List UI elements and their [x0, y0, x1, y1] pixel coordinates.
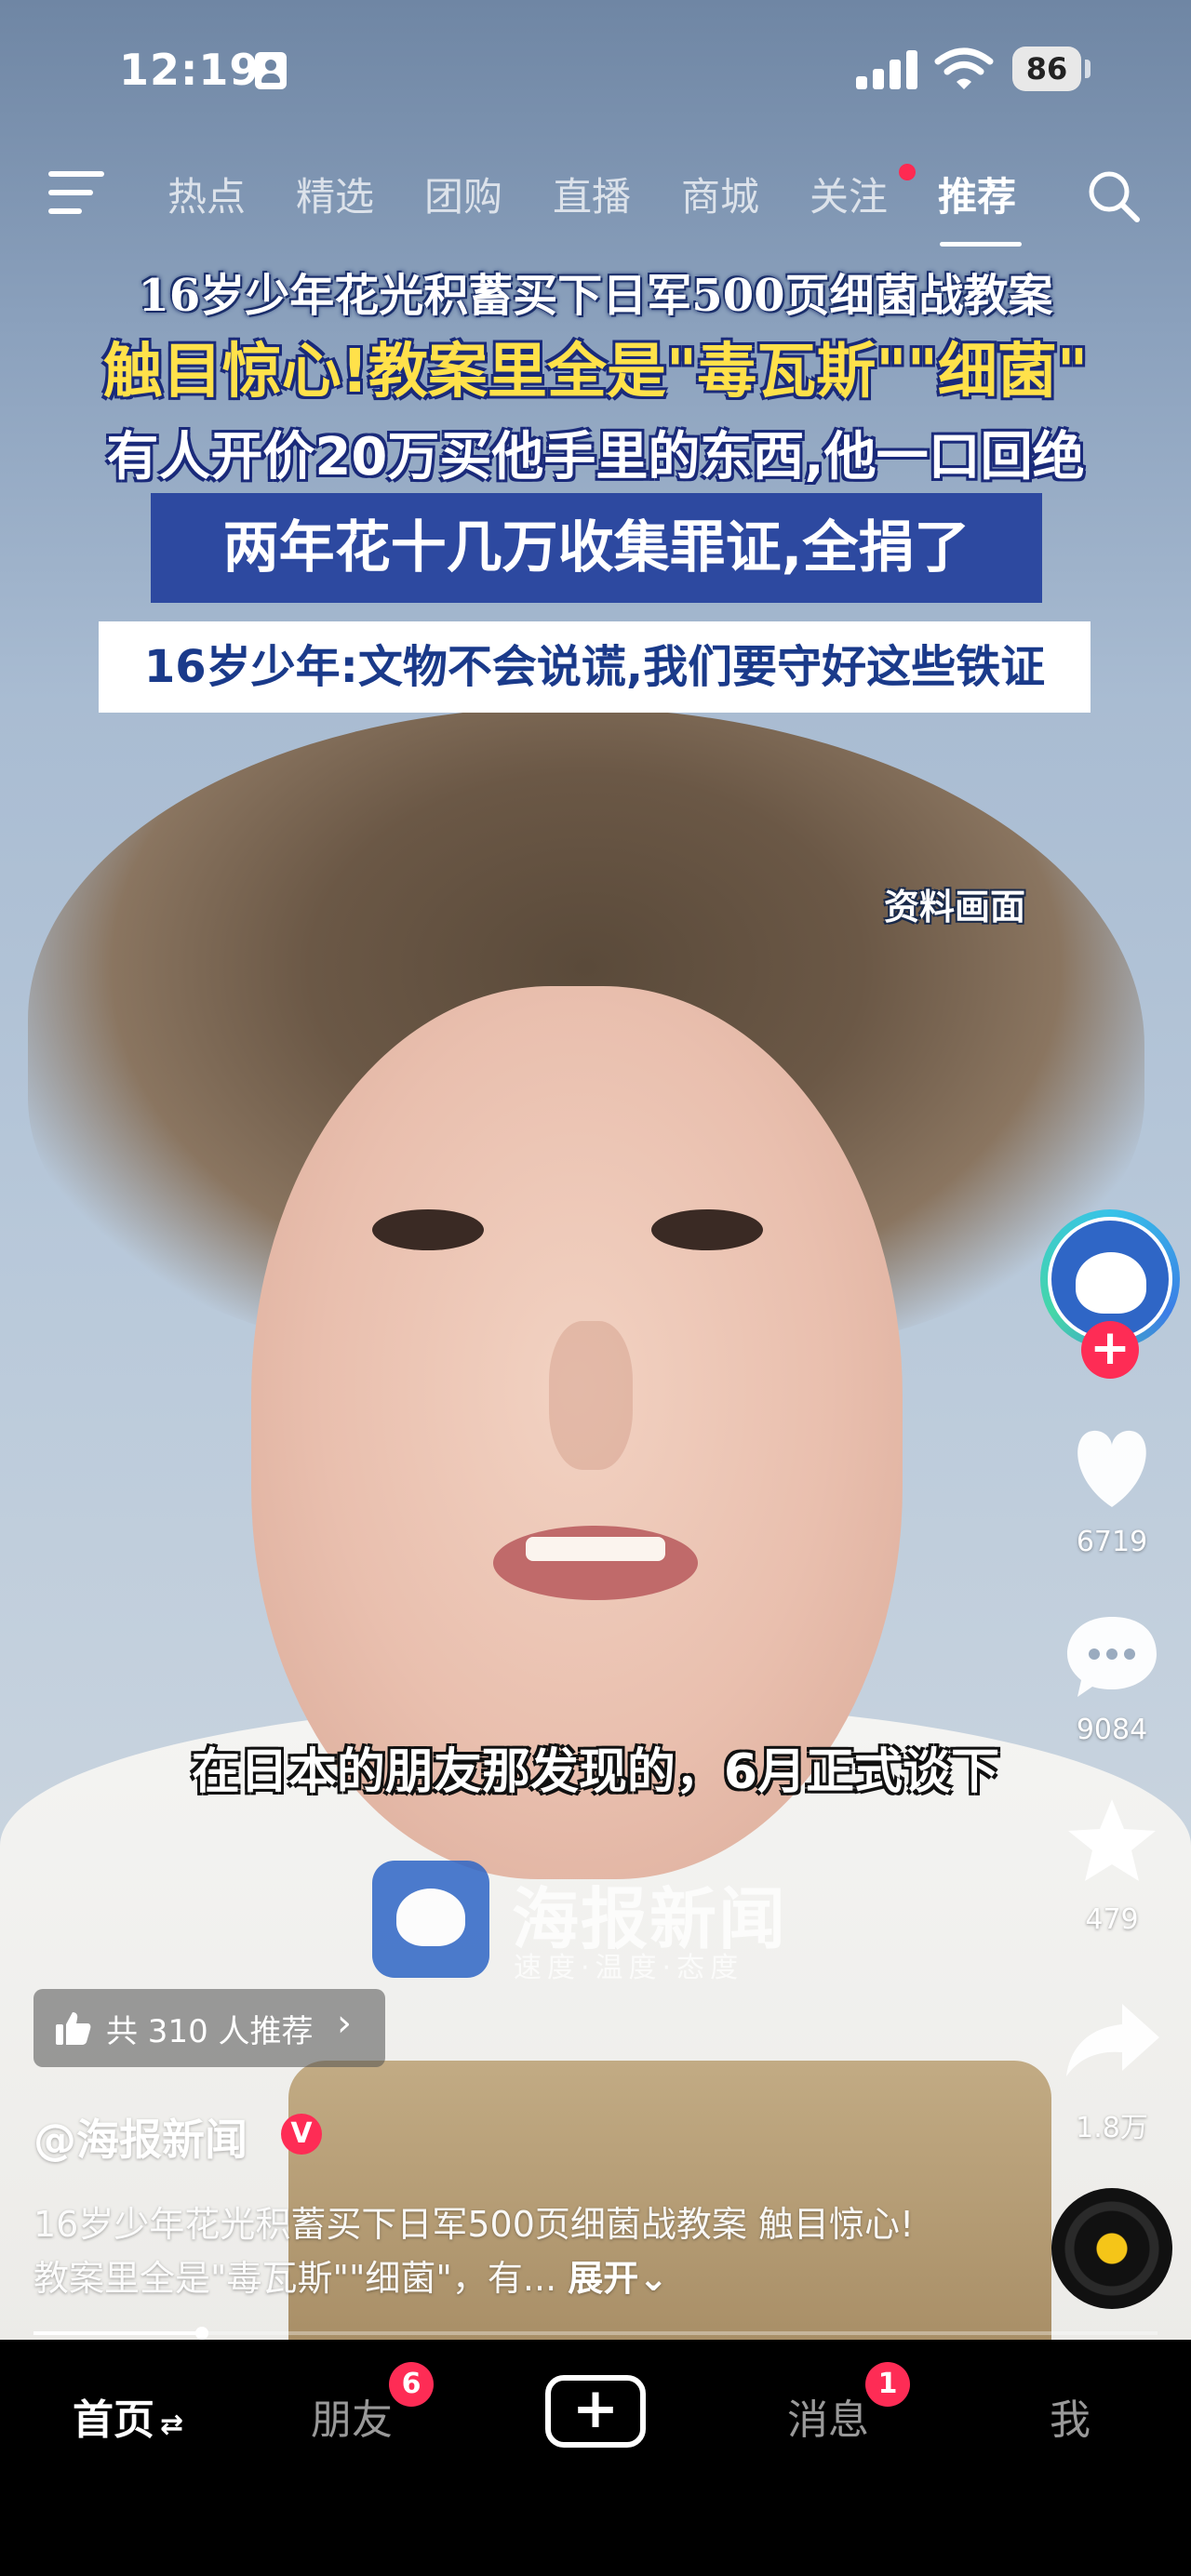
nav-messages[interactable]: 消息: [787, 2386, 869, 2446]
recommend-pill[interactable]: 共 310 人推荐 ›: [33, 1989, 385, 2067]
share-icon[interactable]: [1033, 1998, 1191, 2082]
signal-icon: [856, 48, 921, 89]
author-name[interactable]: @海报新闻: [33, 2106, 248, 2168]
tab-group-buy[interactable]: 团购: [424, 166, 553, 222]
like-count: 6719: [1076, 1526, 1148, 1558]
nav-home[interactable]: 首页 ⇄: [73, 2386, 183, 2446]
thumbs-up-icon: [56, 2012, 91, 2045]
status-bar: 12:19 86: [0, 0, 1191, 140]
status-time: 12:19: [119, 45, 261, 95]
nav-me[interactable]: 我: [1050, 2386, 1091, 2446]
video-scene-eye: [372, 1209, 484, 1250]
video-scene-teeth: [526, 1537, 665, 1561]
star-icon[interactable]: [1033, 1794, 1191, 1887]
tab-following-label: 关注: [810, 174, 889, 220]
caption-line-3: 有人开价20万买他手里的东西,他一口回绝: [106, 427, 1085, 487]
favorite-count: 479: [1085, 1903, 1139, 1936]
caption-line-4: 两年花十几万收集罪证,全捐了: [151, 493, 1042, 603]
heart-icon[interactable]: [1033, 1421, 1191, 1515]
share-count: 1.8万: [1076, 2112, 1148, 2144]
nav-friends[interactable]: 朋友: [311, 2386, 393, 2446]
tab-featured[interactable]: 精选: [296, 166, 424, 222]
create-button[interactable]: +: [545, 2375, 646, 2448]
watermark-logo-icon: [372, 1861, 489, 1978]
caption-line-1: 16岁少年花光积蓄买下日军500页细菌战教案: [138, 270, 1053, 322]
comment-icon[interactable]: [1033, 1609, 1191, 1702]
messages-badge: 1: [865, 2362, 910, 2407]
follow-button[interactable]: +: [1081, 1321, 1139, 1379]
progress-fill: [33, 2331, 203, 2335]
switch-icon: ⇄: [160, 2409, 184, 2441]
comment-count: 9084: [1076, 1714, 1148, 1746]
archive-footage-label: 资料画面: [884, 887, 1026, 928]
watermark-slogan: 速度·温度·态度: [514, 1952, 744, 1984]
verified-badge-icon: V: [281, 2114, 322, 2155]
top-nav: 热点 精选 团购 直播 商城 关注 推荐: [0, 149, 1191, 251]
feed-tabs: 热点 精选 团购 直播 商城 关注 推荐: [167, 164, 1066, 247]
expand-button[interactable]: 展开⌄: [568, 2258, 668, 2299]
notification-dot: [899, 164, 916, 180]
video-progress-bar[interactable]: [33, 2327, 1158, 2340]
video-description[interactable]: 16岁少年花光积蓄买下日军500页细菌战教案 触目惊心!教案里全是"毒瓦斯""细…: [33, 2197, 927, 2305]
music-disc-icon[interactable]: [1051, 2188, 1172, 2309]
caption-line-5: 16岁少年:文物不会说谎,我们要守好这些铁证: [99, 621, 1091, 713]
action-rail: + 6719 9084 479 1.8万: [1033, 0, 1191, 2340]
channel-watermark: 海报新闻 速度·温度·态度: [372, 1861, 856, 1984]
video-subtitle: 在日本的朋友那发现的，6月正式谈下: [191, 1744, 1000, 1800]
bottom-nav: 首页 ⇄ 朋友 6 + 消息 1 我: [0, 2340, 1191, 2576]
friends-badge: 6: [389, 2362, 434, 2407]
video-scene-eye: [651, 1209, 763, 1250]
recommend-text: 共 310 人推荐: [106, 2013, 314, 2050]
tab-live[interactable]: 直播: [553, 166, 681, 222]
video-scene-nose: [549, 1321, 633, 1470]
caption-line-2: 触目惊心!教案里全是"毒瓦斯""细菌": [102, 338, 1089, 407]
wifi-icon: [934, 47, 994, 89]
menu-icon[interactable]: [48, 169, 106, 216]
id-card-icon: [255, 52, 287, 89]
nav-home-label: 首页: [73, 2396, 154, 2444]
tab-mall[interactable]: 商城: [681, 166, 810, 222]
tab-following[interactable]: 关注: [810, 164, 938, 222]
tab-hot[interactable]: 热点: [167, 166, 296, 222]
chevron-right-icon: ›: [337, 2002, 352, 2045]
description-text: 16岁少年花光积蓄买下日军500页细菌战教案 触目惊心!教案里全是"毒瓦斯""细…: [33, 2204, 915, 2299]
